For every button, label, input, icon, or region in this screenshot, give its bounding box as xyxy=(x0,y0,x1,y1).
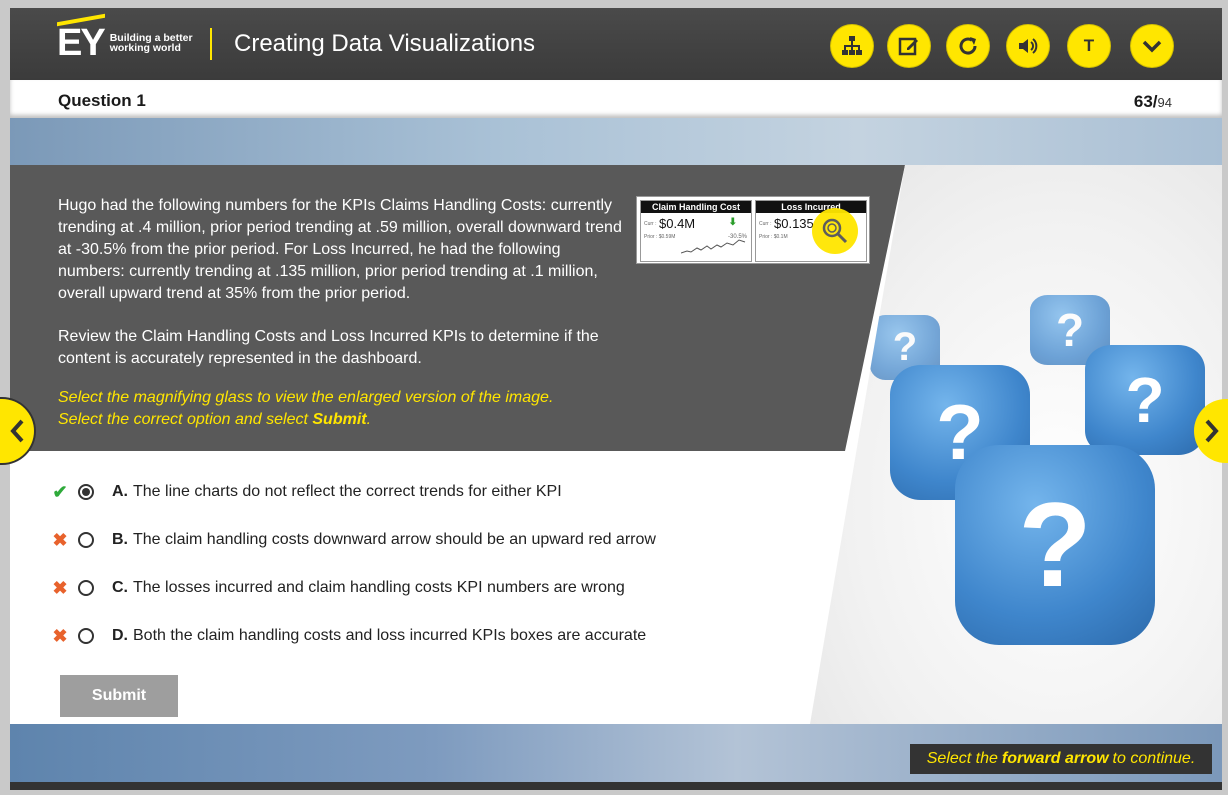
radio-button[interactable] xyxy=(78,580,94,596)
logo-mark: EY xyxy=(57,22,106,64)
kpi-card-title: Loss Incurred xyxy=(756,201,866,213)
chevron-down-icon xyxy=(1142,40,1162,53)
transcript-button[interactable]: T xyxy=(1068,25,1110,67)
cross-icon: ✖ xyxy=(52,529,68,550)
question-title: Question 1 xyxy=(58,91,146,110)
notes-button[interactable] xyxy=(888,25,930,67)
question-content: ? ? ? ? ? Hugo had the following numbers… xyxy=(10,165,1222,724)
background-band-top xyxy=(10,118,1222,165)
magnify-button[interactable] xyxy=(812,208,858,254)
instruction-magnify: Select the magnifying glass to view the … xyxy=(58,389,554,406)
continue-bold: forward arrow xyxy=(1001,750,1109,767)
option-d[interactable]: ✖ D. Both the claim handling costs and lo… xyxy=(50,624,646,648)
die-front: ? xyxy=(955,445,1155,645)
menu-button[interactable] xyxy=(831,25,873,67)
radio-button[interactable] xyxy=(78,532,94,548)
sitemap-icon xyxy=(842,36,862,55)
checkmark-icon: ✔ xyxy=(52,481,68,502)
page-counter: 63/94 xyxy=(1134,92,1172,112)
submit-button[interactable]: Submit xyxy=(60,675,178,717)
volume-icon xyxy=(1019,38,1038,54)
instruction-submit: Select the correct option and select Sub… xyxy=(58,409,628,431)
instruction-submit-end: . xyxy=(366,411,372,428)
cross-icon: ✖ xyxy=(52,625,68,646)
question-text: Hugo had the following numbers for the K… xyxy=(58,195,628,391)
option-a[interactable]: ✔ A. The line charts do not reflect the c… xyxy=(50,480,562,504)
kpi-curr-label: Curr : xyxy=(644,221,657,227)
option-text: The line charts do not reflect the corre… xyxy=(133,483,562,500)
option-letter: A. xyxy=(112,483,128,500)
cross-icon: ✖ xyxy=(52,577,68,598)
instructions: Select the magnifying glass to view the … xyxy=(58,387,628,431)
kpi-card-title: Claim Handling Cost xyxy=(641,201,751,213)
course-title: Creating Data Visualizations xyxy=(234,30,536,57)
logo-tagline: Building a better working world xyxy=(109,32,193,54)
magnifying-glass-icon xyxy=(822,218,848,244)
page-total: 94 xyxy=(1157,95,1172,110)
option-b[interactable]: ✖ B. The claim handling costs downward ar… xyxy=(50,528,656,552)
audio-button[interactable] xyxy=(1007,25,1049,67)
down-arrow-icon: ⬇ xyxy=(728,217,737,228)
ey-logo: EY Building a better working world xyxy=(57,22,200,64)
kpi-prior: Prior : $0.59M xyxy=(644,234,676,240)
option-letter: C. xyxy=(112,579,128,596)
more-button[interactable] xyxy=(1131,25,1173,67)
header: EY Building a better working world Creat… xyxy=(10,8,1222,80)
transcript-icon: T xyxy=(1083,36,1095,55)
chevron-right-icon xyxy=(1205,419,1219,443)
option-text: Both the claim handling costs and loss i… xyxy=(133,627,647,644)
kpi-curr-label: Curr : xyxy=(759,221,772,227)
chevron-left-icon xyxy=(10,419,24,443)
radio-button[interactable] xyxy=(78,628,94,644)
replay-button[interactable] xyxy=(947,25,989,67)
question-paragraph-2: Review the Claim Handling Costs and Loss… xyxy=(58,328,599,367)
course-player: EY Building a better working world Creat… xyxy=(10,8,1222,790)
continue-prompt: Select the forward arrow to continue. xyxy=(910,744,1212,774)
option-c[interactable]: ✖ C. The losses incurred and claim handli… xyxy=(50,576,625,600)
option-text: The claim handling costs downward arrow … xyxy=(133,531,656,548)
page-current: 63/ xyxy=(1133,92,1158,111)
instruction-submit-text: Select the correct option and select xyxy=(58,411,313,428)
instruction-submit-bold: Submit xyxy=(312,411,367,428)
option-letter: B. xyxy=(112,531,128,548)
replay-icon xyxy=(959,37,977,55)
bottom-strip xyxy=(10,782,1222,790)
option-text: The losses incurred and claim handling c… xyxy=(133,579,625,596)
edit-icon xyxy=(898,37,918,56)
radio-selected[interactable] xyxy=(78,484,94,500)
header-divider xyxy=(210,28,212,60)
die-right: ? xyxy=(1085,345,1205,455)
kpi-sparkline xyxy=(681,239,746,254)
kpi-value: $0.135 xyxy=(774,216,814,231)
continue-post: to continue. xyxy=(1112,750,1196,767)
kpi-prior: Prior : $0.1M xyxy=(759,234,788,240)
question-bar xyxy=(10,80,1222,118)
question-paragraph-1: Hugo had the following numbers for the K… xyxy=(58,197,622,302)
option-letter: D. xyxy=(112,627,128,644)
kpi-card-claim-handling: Claim Handling Cost Curr : $0.4M ⬇ Prior… xyxy=(640,200,752,262)
continue-pre: Select the xyxy=(926,750,998,767)
kpi-value: $0.4M xyxy=(659,216,696,231)
